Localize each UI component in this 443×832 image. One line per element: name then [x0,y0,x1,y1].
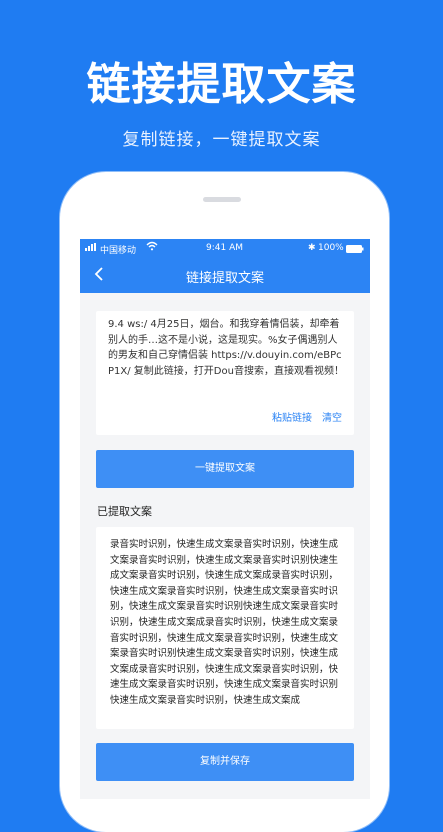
battery-label: 100% [318,243,344,253]
signal-icon [85,243,96,251]
carrier-label: 中国移动 [100,246,137,256]
hero-subtitle: 复制链接，一键提取文案 [122,130,321,150]
paste-link-button[interactable]: 粘贴链接 [272,409,312,424]
extract-button[interactable]: 一键提取文案 [96,450,354,488]
copy-save-button[interactable]: 复制并保存 [96,743,354,781]
link-input-text[interactable]: 9.4 ws:/ 4月25日，烟台。和我穿着情侣装，却牵着别人的手…这不是小说，… [108,317,344,379]
clock-label: 9:41 AM [206,243,243,253]
result-section-title: 已提取文案 [97,505,152,518]
hero-title: 链接提取文案 [86,59,357,110]
phone-speaker [203,197,241,202]
app-screen: 中国移动 9:41 AM ✱ 100% 链接提取文案 9.4 ws:/ 4月25 [80,239,370,799]
nav-bar: 链接提取文案 [80,259,370,293]
battery-icon [346,245,364,256]
status-bar: 中国移动 9:41 AM ✱ 100% [80,239,370,259]
result-text: 录音实时识别，快速生成文案录音实时识别，快速生成文案录音实时识别，快速生成文案录… [110,539,339,706]
link-input-card[interactable]: 9.4 ws:/ 4月25日，烟台。和我穿着情侣装，却牵着别人的手…这不是小说，… [96,311,354,435]
result-card: 录音实时识别，快速生成文案录音实时识别，快速生成文案录音实时识别，快速生成文案录… [96,527,354,729]
nav-title: 链接提取文案 [185,271,264,286]
bluetooth-icon: ✱ [308,243,316,253]
wifi-icon [146,241,158,254]
clear-button[interactable]: 清空 [322,409,342,424]
